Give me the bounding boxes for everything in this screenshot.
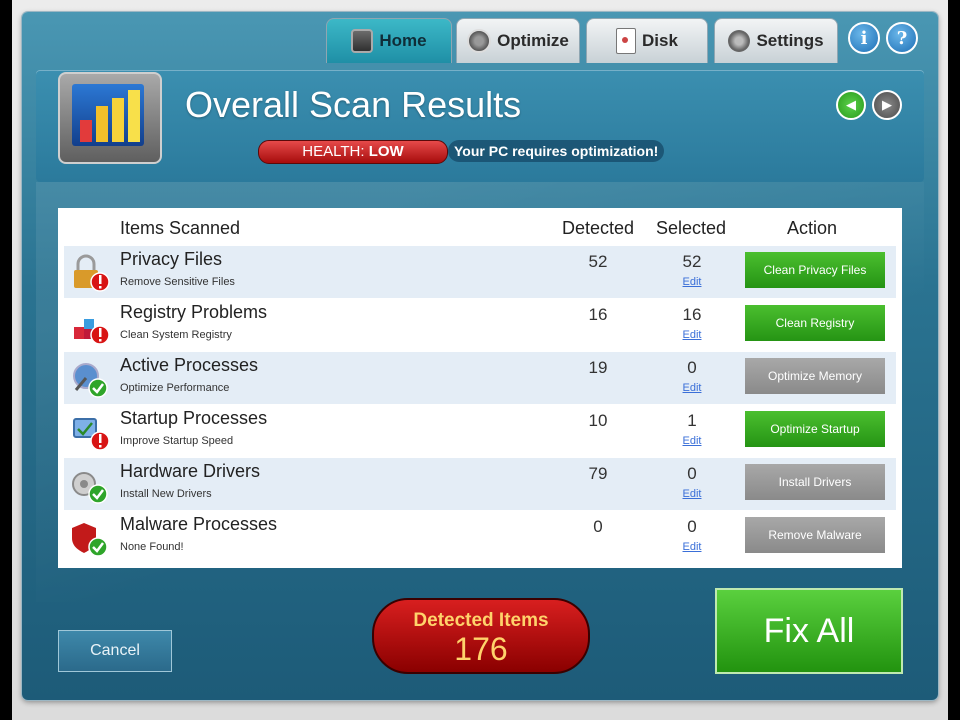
edit-link[interactable]: Edit (672, 382, 712, 394)
health-value: LOW (368, 143, 404, 160)
forward-arrow-button[interactable]: ▶ (872, 90, 902, 120)
table-row: Registry Problems Clean System Registry … (64, 299, 896, 351)
drivers-check-icon (72, 472, 108, 504)
row-selected-count: 0 (687, 464, 697, 483)
table-row: Active Processes Optimize Performance 19… (64, 352, 896, 404)
disk-icon (616, 28, 637, 54)
row-title: Malware Processes (120, 514, 278, 534)
tab-label: Disk (642, 31, 678, 50)
edit-link[interactable]: Edit (672, 435, 712, 447)
row-subtitle: None Found! (120, 541, 184, 553)
table-row: Startup Processes Improve Startup Speed … (64, 405, 896, 457)
health-status-badge: HEALTH: LOW (258, 140, 448, 164)
back-arrow-button[interactable]: ◀ (836, 90, 866, 120)
chart-logo-icon (58, 72, 162, 164)
row-detected-count: 0 (593, 517, 603, 536)
row-title: Privacy Files (120, 249, 223, 269)
row-subtitle: Improve Startup Speed (120, 435, 234, 447)
install-drivers-button[interactable]: Install Drivers (745, 464, 885, 500)
detected-items-count: 176 (454, 631, 508, 667)
row-subtitle: Clean System Registry (120, 329, 232, 341)
row-detected-count: 10 (588, 411, 608, 430)
edit-link[interactable]: Edit (672, 488, 712, 500)
arrow-left-icon: ◀ (846, 97, 856, 112)
cancel-button[interactable]: Cancel (58, 630, 172, 672)
settings-icon (728, 30, 751, 52)
row-selected-count: 52 (682, 252, 702, 271)
help-icon: ? (896, 27, 908, 49)
arrow-right-icon: ▶ (882, 97, 892, 112)
health-prefix: HEALTH: (302, 143, 365, 160)
column-header-action: Action (787, 218, 838, 238)
row-detected-count: 79 (588, 464, 608, 483)
edit-link[interactable]: Edit (672, 329, 712, 341)
remove-malware-button[interactable]: Remove Malware (745, 517, 885, 553)
info-icon: i (860, 27, 868, 49)
column-header-selected: Selected (656, 218, 727, 238)
column-header-detected: Detected (562, 218, 635, 238)
clean-privacy-files-button[interactable]: Clean Privacy Files (745, 252, 885, 288)
tab-settings[interactable]: Settings (714, 18, 838, 63)
row-title: Startup Processes (120, 408, 268, 428)
row-title: Hardware Drivers (120, 461, 261, 481)
table-row: Hardware Drivers Install New Drivers 79 … (64, 458, 896, 510)
fix-all-button[interactable]: Fix All (715, 588, 903, 674)
edit-link[interactable]: Edit (672, 276, 712, 288)
tab-label: Optimize (497, 31, 569, 50)
row-selected-count: 16 (682, 305, 702, 324)
row-selected-count: 1 (687, 411, 697, 430)
health-message: Your PC requires optimization! (448, 140, 665, 162)
row-selected-count: 0 (687, 358, 697, 377)
registry-warning-icon (74, 319, 110, 345)
malware-check-icon (72, 523, 108, 557)
optimize-startup-button[interactable]: Optimize Startup (745, 411, 885, 447)
startup-warning-icon (73, 418, 110, 451)
tab-label: Settings (756, 31, 824, 50)
tab-optimize[interactable]: Optimize (456, 18, 580, 63)
row-subtitle: Optimize Performance (120, 382, 230, 394)
row-title: Registry Problems (120, 302, 268, 322)
clean-registry-button[interactable]: Clean Registry (745, 305, 885, 341)
table-row: Privacy Files Remove Sensitive Files 52 … (64, 246, 896, 298)
home-icon (351, 29, 374, 53)
lock-warning-icon (74, 254, 110, 292)
table-row: Malware Processes None Found! 0 0 Edit R… (64, 511, 896, 563)
tab-disk[interactable]: Disk (586, 18, 708, 63)
detected-items-label: Detected Items (413, 610, 549, 631)
row-selected-count: 0 (687, 517, 697, 536)
row-detected-count: 16 (588, 305, 608, 324)
row-detected-count: 52 (588, 252, 608, 271)
process-check-icon (73, 363, 108, 398)
row-title: Active Processes (120, 355, 259, 375)
info-button[interactable]: i (848, 22, 880, 54)
row-detected-count: 19 (588, 358, 608, 377)
optimize-icon (467, 29, 492, 53)
tab-home[interactable]: Home (326, 18, 452, 63)
page-title: Overall Scan Results (185, 84, 522, 125)
row-subtitle: Remove Sensitive Files (120, 276, 235, 288)
column-header-items: Items Scanned (120, 218, 241, 238)
scan-results-table: Items Scanned Detected Selected Action P… (58, 208, 902, 568)
help-button[interactable]: ? (886, 22, 918, 54)
edit-link[interactable]: Edit (672, 541, 712, 553)
optimize-memory-button[interactable]: Optimize Memory (745, 358, 885, 394)
detected-items-badge: Detected Items 176 (372, 598, 590, 674)
row-subtitle: Install New Drivers (120, 488, 212, 500)
tab-label: Home (379, 31, 427, 50)
